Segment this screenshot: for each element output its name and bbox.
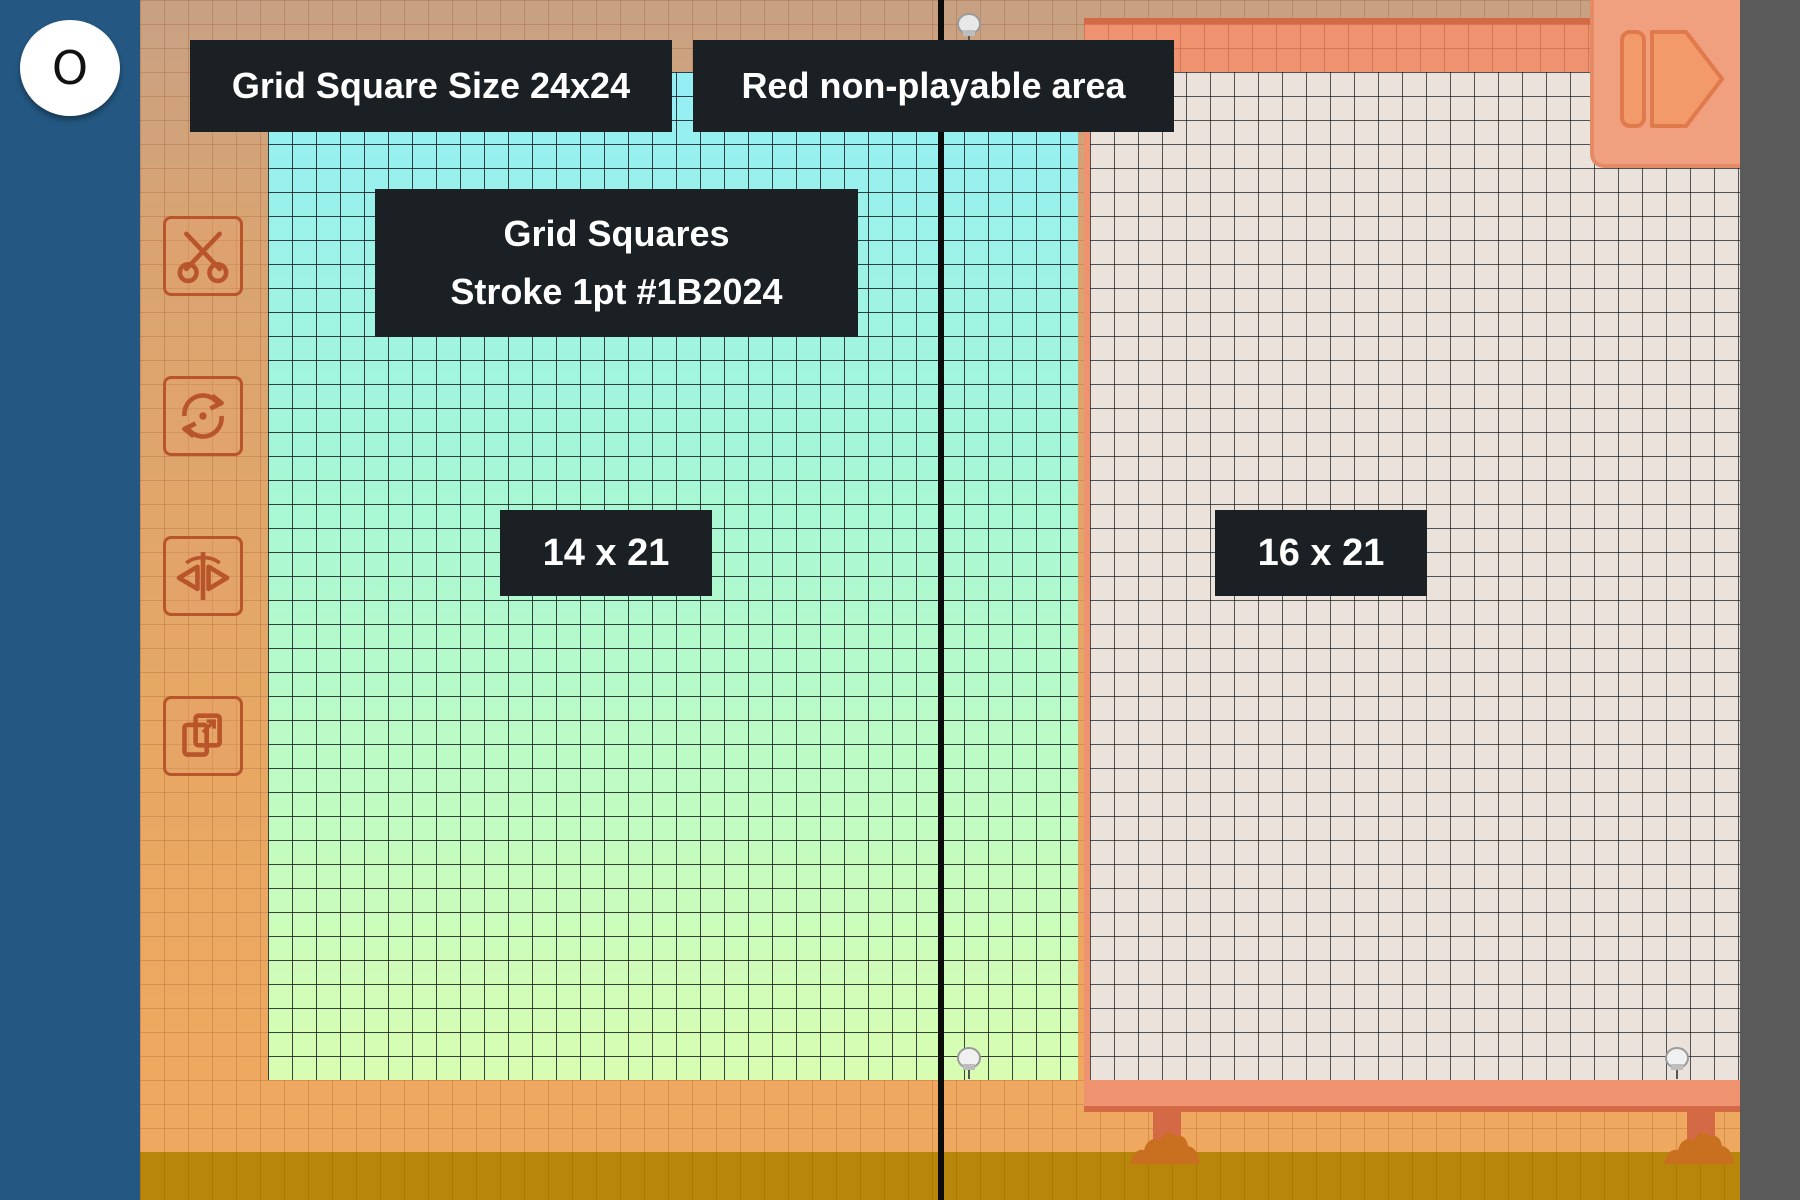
rotate-button[interactable] xyxy=(163,376,243,456)
copy-icon xyxy=(182,713,222,757)
pushpin-icon xyxy=(1665,1047,1689,1079)
grid-squares-stroke: Stroke 1pt #1B2024 xyxy=(450,271,783,312)
o-button[interactable]: O xyxy=(20,20,120,116)
copy-button[interactable] xyxy=(163,696,243,776)
skip-next-icon[interactable] xyxy=(1604,10,1734,144)
red-area-label: Red non-playable area xyxy=(693,40,1174,132)
game-scene xyxy=(140,0,1740,1200)
bush-right xyxy=(1664,1132,1734,1164)
flip-button[interactable] xyxy=(163,536,243,616)
left-dimensions-label: 14 x 21 xyxy=(500,510,712,596)
grid-squares-label: Grid Squares Stroke 1pt #1B2024 xyxy=(375,189,858,337)
grid-size-label: Grid Square Size 24x24 xyxy=(190,40,672,132)
scissors-button[interactable] xyxy=(163,216,243,296)
left-rail: O xyxy=(0,0,140,1200)
scissors-icon xyxy=(177,231,229,284)
grid-squares-title: Grid Squares xyxy=(503,213,730,254)
bush-left xyxy=(1130,1132,1200,1164)
right-dimensions-label: 16 x 21 xyxy=(1215,510,1427,596)
flip-icon xyxy=(176,551,230,601)
divider-line xyxy=(938,0,944,1200)
rotate-icon xyxy=(182,393,224,439)
right-rail xyxy=(1740,0,1800,1200)
pushpin-icon xyxy=(957,1047,981,1079)
